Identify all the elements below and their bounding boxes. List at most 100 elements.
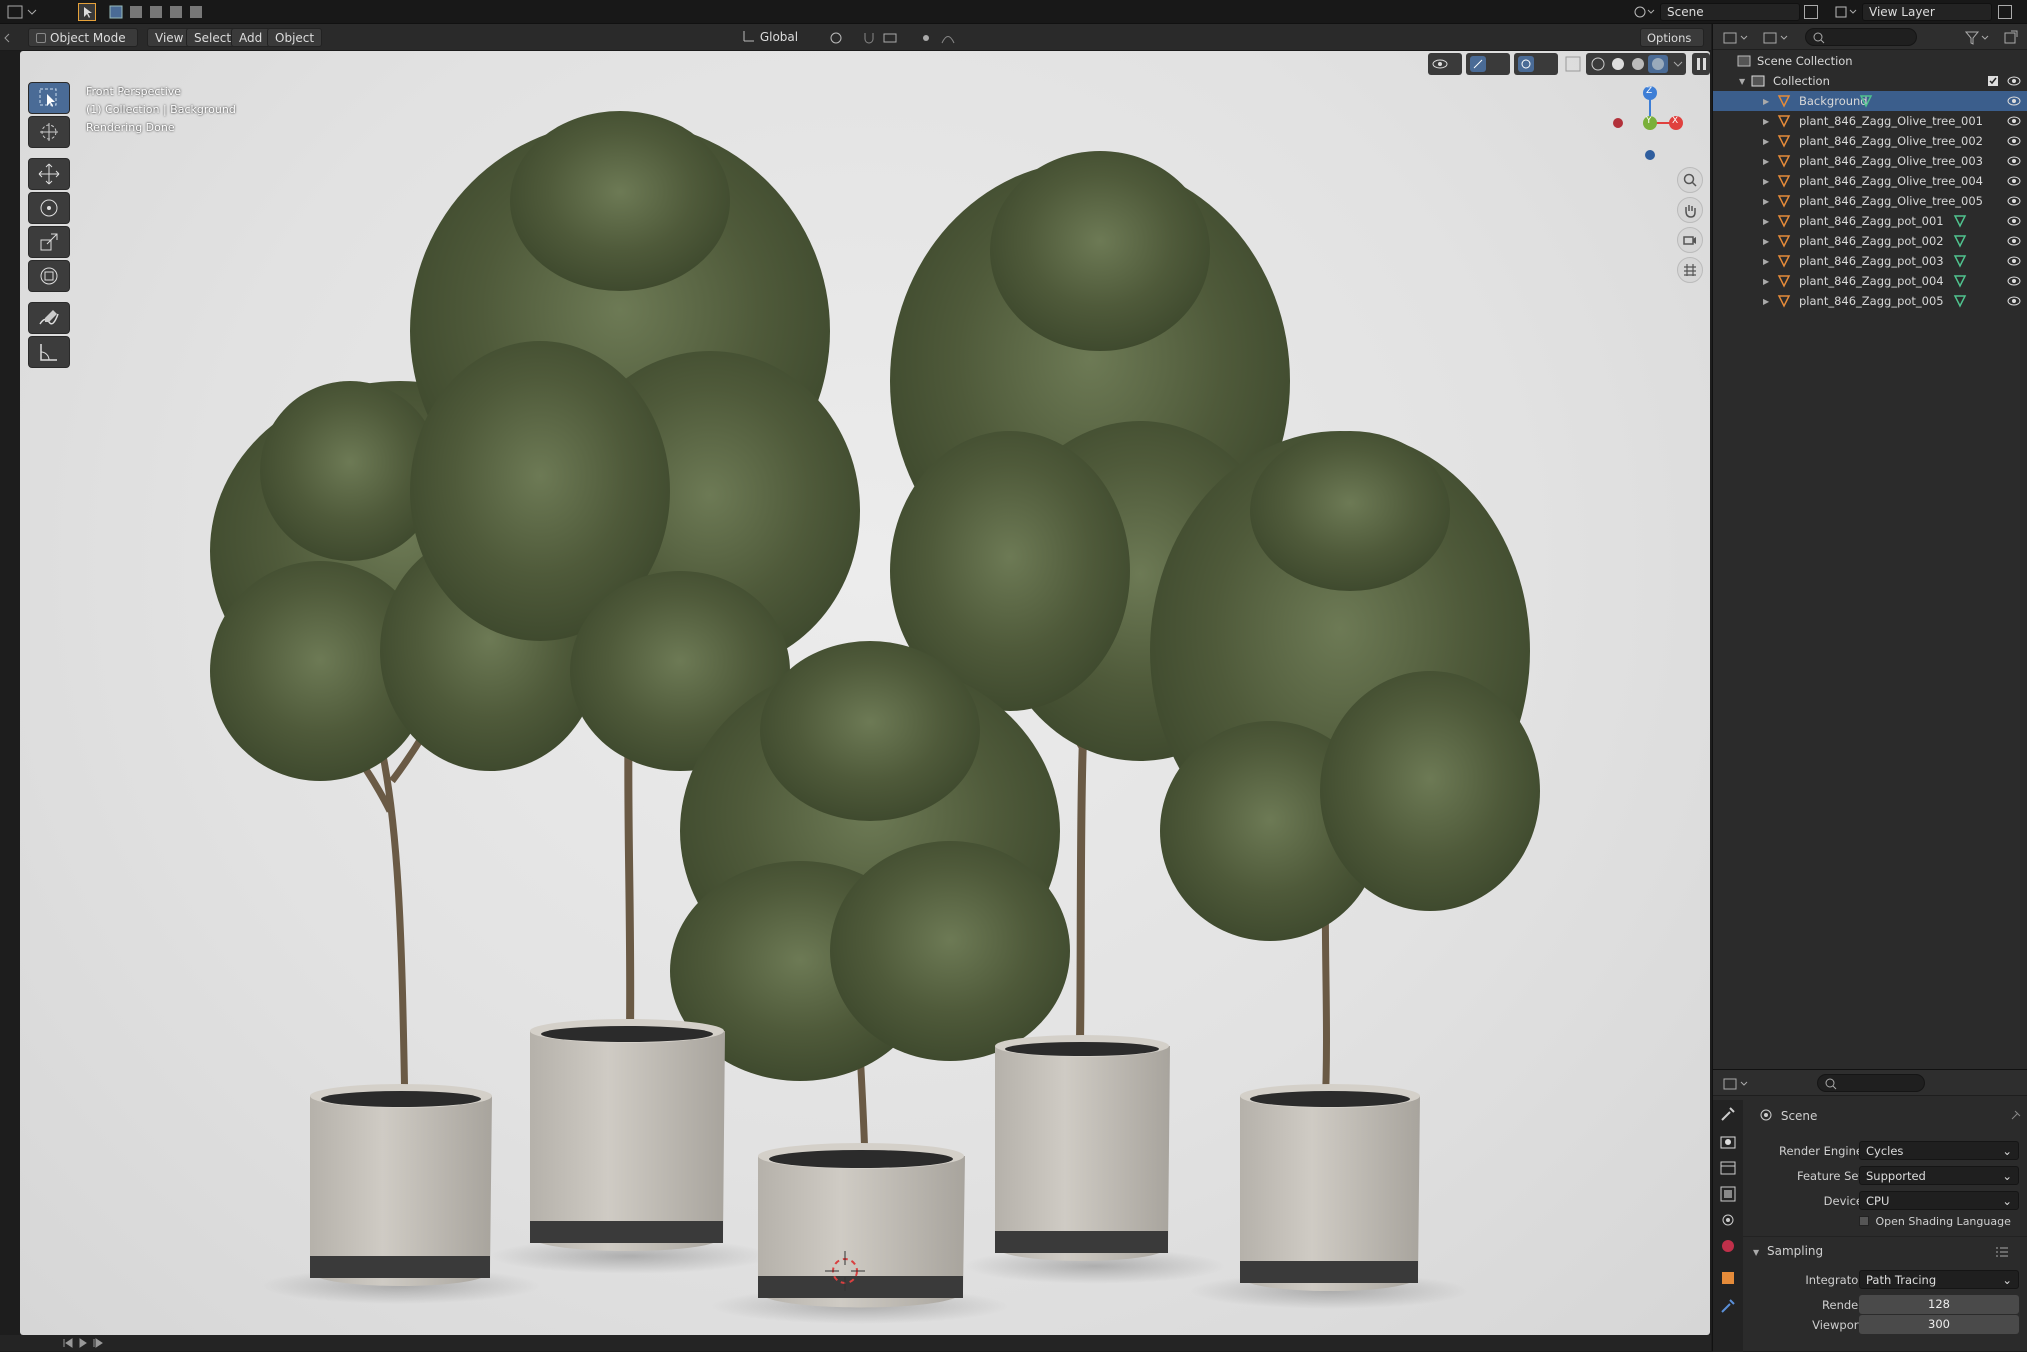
pause-render-icon[interactable] <box>1692 53 1710 75</box>
overlay-toggle-icon[interactable] <box>1514 53 1558 75</box>
viewport-samples-field[interactable]: 300 <box>1859 1315 2019 1334</box>
object-tab-icon[interactable] <box>1718 1268 1738 1288</box>
output-tab-icon[interactable] <box>1718 1158 1738 1178</box>
presets-icon[interactable] <box>1995 1246 2009 1258</box>
mesh-data-icon[interactable] <box>1953 274 1967 288</box>
modifier-tab-icon[interactable] <box>1718 1296 1738 1316</box>
menu-view[interactable]: View <box>147 28 192 47</box>
move-icon[interactable] <box>28 158 70 190</box>
transform-icon[interactable] <box>28 260 70 292</box>
sampling-panel-header[interactable]: ▼ Sampling <box>1753 1244 2023 1264</box>
osl-checkbox-row[interactable]: Open Shading Language <box>1859 1215 2019 1231</box>
xray-icon[interactable] <box>1564 55 1582 73</box>
device-select[interactable]: CPU ⌄ <box>1859 1191 2019 1210</box>
outliner-row[interactable]: ▶ plant_846_Zagg_pot_002 <box>1713 231 2027 251</box>
outliner-row[interactable]: ▶ plant_846_Zagg_Olive_tree_001 <box>1713 111 2027 131</box>
view-layer-selector[interactable]: View Layer <box>1862 3 1992 21</box>
mode-selector[interactable]: Object Mode <box>28 28 138 47</box>
eye-icon[interactable] <box>2007 196 2021 206</box>
selection-mode-icons[interactable] <box>108 4 204 20</box>
timeline-strip[interactable] <box>0 1335 1711 1351</box>
eye-icon[interactable] <box>2007 276 2021 286</box>
outliner-row[interactable]: ▶ plant_846_Zagg_Olive_tree_005 <box>1713 191 2027 211</box>
proportional-edit-icon[interactable] <box>918 30 968 46</box>
collapse-arrow-icon[interactable] <box>4 30 10 46</box>
menu-object[interactable]: Object <box>267 28 323 47</box>
scene-tab-icon[interactable] <box>1718 1210 1738 1230</box>
display-mode-icon[interactable] <box>1763 30 1793 44</box>
menu-add[interactable]: Add <box>231 28 271 47</box>
cursor-icon[interactable] <box>28 116 70 148</box>
navigation-gizmo[interactable]: Z X Y <box>1610 81 1690 161</box>
select-tool-icon[interactable] <box>78 3 96 21</box>
exclude-checkbox[interactable] <box>1987 75 1999 87</box>
editor-type-icon[interactable] <box>6 4 46 20</box>
snap-icon[interactable] <box>862 30 914 46</box>
rotate-icon[interactable] <box>28 192 70 224</box>
zoom-icon[interactable] <box>1677 167 1703 193</box>
new-scene-icon[interactable] <box>1804 5 1818 19</box>
outliner-row[interactable]: ▶ plant_846_Zagg_Olive_tree_003 <box>1713 151 2027 171</box>
new-view-layer-icon[interactable] <box>1998 5 2012 19</box>
outliner-row[interactable]: ▶ Background <box>1713 91 2027 111</box>
expand-arrow-icon[interactable]: ▶ <box>1763 157 1769 166</box>
collapse-arrow-icon[interactable]: ▼ <box>1739 77 1745 86</box>
transform-orientation[interactable]: Global <box>742 29 820 47</box>
mesh-data-icon[interactable] <box>1953 234 1967 248</box>
scene-icon[interactable] <box>1632 4 1658 20</box>
expand-arrow-icon[interactable]: ▶ <box>1763 277 1769 286</box>
mesh-data-icon[interactable] <box>1953 214 1967 228</box>
collapse-arrow-icon[interactable]: ▼ <box>1753 1248 1759 1257</box>
outliner-row[interactable]: ▶ plant_846_Zagg_pot_005 <box>1713 291 2027 311</box>
filter-icon[interactable] <box>1964 30 1993 45</box>
select-box-icon[interactable] <box>28 82 70 114</box>
expand-arrow-icon[interactable]: ▶ <box>1763 97 1769 106</box>
eye-icon[interactable] <box>2007 136 2021 146</box>
pivot-point-icon[interactable] <box>828 30 858 46</box>
outliner-row[interactable]: ▶ plant_846_Zagg_Olive_tree_002 <box>1713 131 2027 151</box>
feature-set-select[interactable]: Supported ⌄ <box>1859 1166 2019 1185</box>
osl-checkbox[interactable] <box>1859 1216 1869 1226</box>
outliner-row[interactable]: ▶ plant_846_Zagg_pot_004 <box>1713 271 2027 291</box>
view-layer-icon[interactable] <box>1834 4 1860 20</box>
eye-icon[interactable] <box>2007 296 2021 306</box>
camera-view-icon[interactable] <box>1677 227 1703 253</box>
scene-collection-row[interactable]: Scene Collection <box>1713 51 2027 71</box>
ortho-grid-icon[interactable] <box>1677 257 1703 283</box>
tool-tab-icon[interactable] <box>1718 1104 1738 1124</box>
new-collection-icon[interactable] <box>2003 29 2019 45</box>
eye-icon[interactable] <box>2007 216 2021 226</box>
expand-arrow-icon[interactable]: ▶ <box>1763 177 1769 186</box>
expand-arrow-icon[interactable]: ▶ <box>1763 217 1769 226</box>
mesh-data-icon[interactable] <box>1859 94 1873 108</box>
render-engine-select[interactable]: Cycles ⌄ <box>1859 1141 2019 1160</box>
3d-viewport[interactable]: Front Perspective (1) Collection | Backg… <box>20 51 1710 1335</box>
eye-icon[interactable] <box>2007 76 2021 86</box>
expand-arrow-icon[interactable]: ▶ <box>1763 257 1769 266</box>
render-samples-field[interactable]: 128 <box>1859 1295 2019 1314</box>
scale-icon[interactable] <box>28 226 70 258</box>
eye-icon[interactable] <box>2007 176 2021 186</box>
eye-icon[interactable] <box>2007 156 2021 166</box>
expand-arrow-icon[interactable]: ▶ <box>1763 237 1769 246</box>
pin-icon[interactable] <box>2009 1110 2021 1122</box>
pan-hand-icon[interactable] <box>1677 197 1703 223</box>
outliner-row[interactable]: ▶ plant_846_Zagg_pot_001 <box>1713 211 2027 231</box>
world-tab-icon[interactable] <box>1718 1236 1738 1256</box>
outliner-editor-icon[interactable] <box>1723 30 1753 44</box>
view-layer-tab-icon[interactable] <box>1718 1184 1738 1204</box>
eye-icon[interactable] <box>2007 116 2021 126</box>
eye-icon[interactable] <box>2007 256 2021 266</box>
options-dropdown[interactable]: Options ⌄ <box>1640 28 1704 59</box>
mesh-data-icon[interactable] <box>1953 294 1967 308</box>
outliner-row[interactable]: ▶ plant_846_Zagg_pot_003 <box>1713 251 2027 271</box>
collection-row[interactable]: ▼ Collection <box>1713 71 2027 91</box>
measure-icon[interactable] <box>28 336 70 368</box>
expand-arrow-icon[interactable]: ▶ <box>1763 137 1769 146</box>
gizmo-toggle-icon[interactable] <box>1466 53 1510 75</box>
eye-icon[interactable] <box>2007 96 2021 106</box>
visibility-icon[interactable] <box>1428 53 1462 75</box>
outliner-row[interactable]: ▶ plant_846_Zagg_Olive_tree_004 <box>1713 171 2027 191</box>
properties-search-input[interactable] <box>1817 1074 1925 1092</box>
scene-selector[interactable]: Scene <box>1660 3 1800 21</box>
